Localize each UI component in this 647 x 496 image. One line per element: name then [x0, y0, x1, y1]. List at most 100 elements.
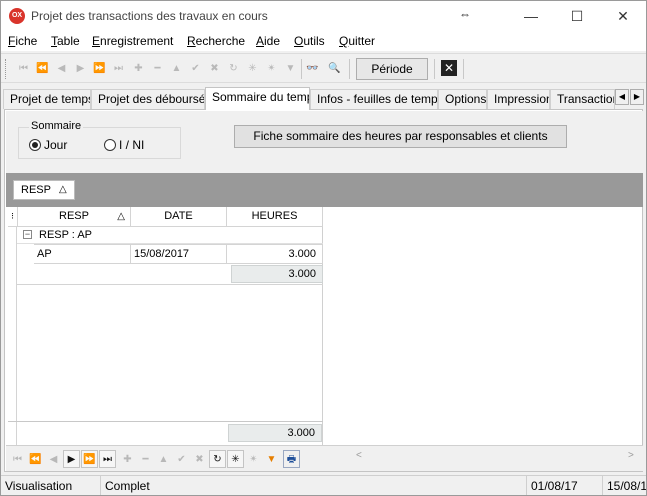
scroll-left-icon[interactable]: < — [356, 450, 362, 461]
minimize-button[interactable]: — — [508, 1, 554, 31]
nav-insert-icon[interactable]: ✚ — [119, 450, 136, 468]
next-record-icon[interactable]: ▶ — [72, 60, 89, 78]
periode-button[interactable]: Période — [356, 58, 428, 80]
tab-impression[interactable]: Impression — [487, 89, 550, 109]
tab-scroll-left-icon[interactable]: ◀ — [615, 89, 629, 105]
toolbar-separator — [463, 59, 464, 79]
close-window-button[interactable]: ✕ — [600, 1, 646, 31]
nav-delete-icon[interactable]: ━ — [137, 450, 154, 468]
binoculars-icon[interactable]: 👓 — [304, 60, 321, 78]
nav-last-icon[interactable]: ⏭ — [99, 450, 116, 468]
cell-heures[interactable]: 3.000 — [227, 244, 323, 264]
fiche-sommaire-button[interactable]: Fiche sommaire des heures par responsabl… — [234, 125, 567, 148]
menu-table[interactable]: Table — [51, 34, 80, 48]
refresh-icon[interactable]: ↻ — [225, 60, 242, 78]
nav-first-icon[interactable]: ⏮ — [9, 450, 26, 468]
status-mode: Visualisation — [1, 476, 101, 495]
status-bar: Visualisation Complet 01/08/17 15/08/1 — [1, 475, 646, 495]
menu-enregistrement[interactable]: Enregistrement — [92, 34, 173, 48]
toolbar-grip[interactable] — [5, 59, 8, 79]
radio-ini[interactable]: I / NI — [104, 138, 144, 152]
radio-jour-label: Jour — [44, 138, 68, 152]
filter-icon[interactable]: ▼ — [282, 60, 299, 78]
prev-record-icon[interactable]: ◀ — [53, 60, 70, 78]
nav-edit-icon[interactable]: ▲ — [155, 450, 172, 468]
insert-record-icon[interactable]: ✚ — [130, 60, 147, 78]
tab-strip: Projet de temps Projet des déboursés Som… — [1, 87, 646, 110]
group-row-label: RESP : AP — [39, 229, 92, 241]
menu-aide[interactable]: Aide — [256, 34, 280, 48]
grid-footer: 3.000 — [8, 421, 323, 443]
search-icon[interactable]: 🔍 — [326, 60, 343, 78]
menu-bar: Fiche Table Enregistrement Recherche Aid… — [1, 31, 646, 51]
sommaire-groupbox-title: Sommaire — [29, 120, 84, 132]
tab-projet-de-temps[interactable]: Projet de temps — [3, 89, 91, 109]
menu-recherche[interactable]: Recherche — [187, 34, 245, 48]
toolbar-separator — [349, 59, 350, 79]
menu-fiche[interactable]: Fiche — [8, 34, 37, 48]
cell-resp[interactable]: AP — [34, 244, 131, 264]
move-icon[interactable]: ⇔ — [459, 7, 471, 21]
nav-filter-icon[interactable]: ▼ — [263, 450, 280, 468]
bookmark-icon[interactable]: ✳ — [244, 60, 261, 78]
nav-prev-icon[interactable]: ◀ — [45, 450, 62, 468]
grid-indicator-icon[interactable]: ⁝ — [8, 207, 18, 227]
edit-record-icon[interactable]: ▲ — [168, 60, 185, 78]
delete-record-icon[interactable]: ━ — [149, 60, 166, 78]
column-header-heures[interactable]: HEURES — [227, 207, 323, 227]
radio-jour-indicator[interactable] — [29, 139, 41, 151]
nav-refresh-icon[interactable]: ↻ — [209, 450, 226, 468]
sommaire-options-panel: Sommaire Jour I / NI Fiche sommaire des … — [6, 111, 643, 173]
print-icon[interactable]: 🖶 — [283, 450, 300, 468]
close-icon[interactable]: ✕ — [441, 60, 457, 76]
first-record-icon[interactable]: ⏮ — [15, 60, 32, 78]
tab-projet-des-debourses[interactable]: Projet des déboursés — [91, 89, 205, 109]
column-header-resp[interactable]: RESP △ — [18, 207, 131, 227]
last-record-icon[interactable]: ⏭ — [110, 60, 127, 78]
maximize-button[interactable]: ☐ — [554, 1, 600, 31]
nav-next-icon[interactable]: ▶ — [63, 450, 80, 468]
goto-bookmark-icon[interactable]: ✴ — [263, 60, 280, 78]
column-header-resp-label: RESP — [59, 210, 89, 222]
menu-quitter[interactable]: Quitter — [339, 34, 375, 48]
tab-scroll-right-icon[interactable]: ▶ — [630, 89, 644, 105]
tab-options[interactable]: Options — [438, 89, 487, 109]
group-by-panel: RESP △ — [6, 173, 643, 207]
prev-page-icon[interactable]: ⏪ — [34, 60, 51, 78]
toolbar-separator — [301, 59, 302, 79]
tab-page-sommaire: Sommaire Jour I / NI Fiche sommaire des … — [4, 109, 643, 472]
nav-next-page-icon[interactable]: ⏩ — [81, 450, 98, 468]
nav-post-icon[interactable]: ✔ — [173, 450, 190, 468]
app-icon: OX — [9, 8, 25, 24]
radio-ini-label: I / NI — [119, 138, 145, 152]
grid-header: ⁝ RESP △ DATE HEURES — [8, 207, 323, 227]
post-record-icon[interactable]: ✔ — [187, 60, 204, 78]
title-bar: OX Projet des transactions des travaux e… — [1, 1, 646, 31]
column-header-date[interactable]: DATE — [131, 207, 227, 227]
tab-sommaire-du-temps[interactable]: Sommaire du temps — [205, 87, 310, 110]
record-navigator: ⏮ ⏪ ◀ ▶ ⏩ ⏭ ✚ ━ ▲ ✔ ✖ ↻ ✳ ✴ ▼ 🖶 < > — [6, 445, 643, 471]
nav-prev-page-icon[interactable]: ⏪ — [27, 450, 44, 468]
nav-bookmark-icon[interactable]: ✳ — [227, 450, 244, 468]
toolbar-separator — [434, 59, 435, 79]
cancel-record-icon[interactable]: ✖ — [206, 60, 223, 78]
group-by-resp-chip[interactable]: RESP △ — [13, 180, 75, 200]
tab-transaction[interactable]: Transaction — [550, 89, 615, 109]
cell-date[interactable]: 15/08/2017 — [131, 244, 227, 264]
group-row-resp-ap[interactable]: − RESP : AP — [17, 227, 323, 244]
nav-goto-bookmark-icon[interactable]: ✴ — [245, 450, 262, 468]
radio-ini-indicator[interactable] — [104, 139, 116, 151]
tab-infos-feuilles-de-temps[interactable]: Infos - feuilles de temps — [310, 89, 438, 109]
menu-outils[interactable]: Outils — [294, 34, 325, 48]
nav-cancel-icon[interactable]: ✖ — [191, 450, 208, 468]
next-page-icon[interactable]: ⏩ — [91, 60, 108, 78]
scroll-right-icon[interactable]: > — [628, 450, 634, 461]
group-by-resp-label: RESP — [21, 184, 51, 196]
application-window: OX Projet des transactions des travaux e… — [0, 0, 647, 496]
collapse-icon[interactable]: − — [23, 230, 32, 239]
sommaire-groupbox: Sommaire Jour I / NI — [18, 120, 181, 159]
data-grid: ⁝ RESP △ DATE HEURES − RESP : AP AP 15/0… — [8, 207, 323, 447]
window-title: Projet des transactions des travaux en c… — [31, 9, 268, 23]
radio-jour[interactable]: Jour — [29, 138, 67, 152]
status-state: Complet — [101, 476, 527, 495]
